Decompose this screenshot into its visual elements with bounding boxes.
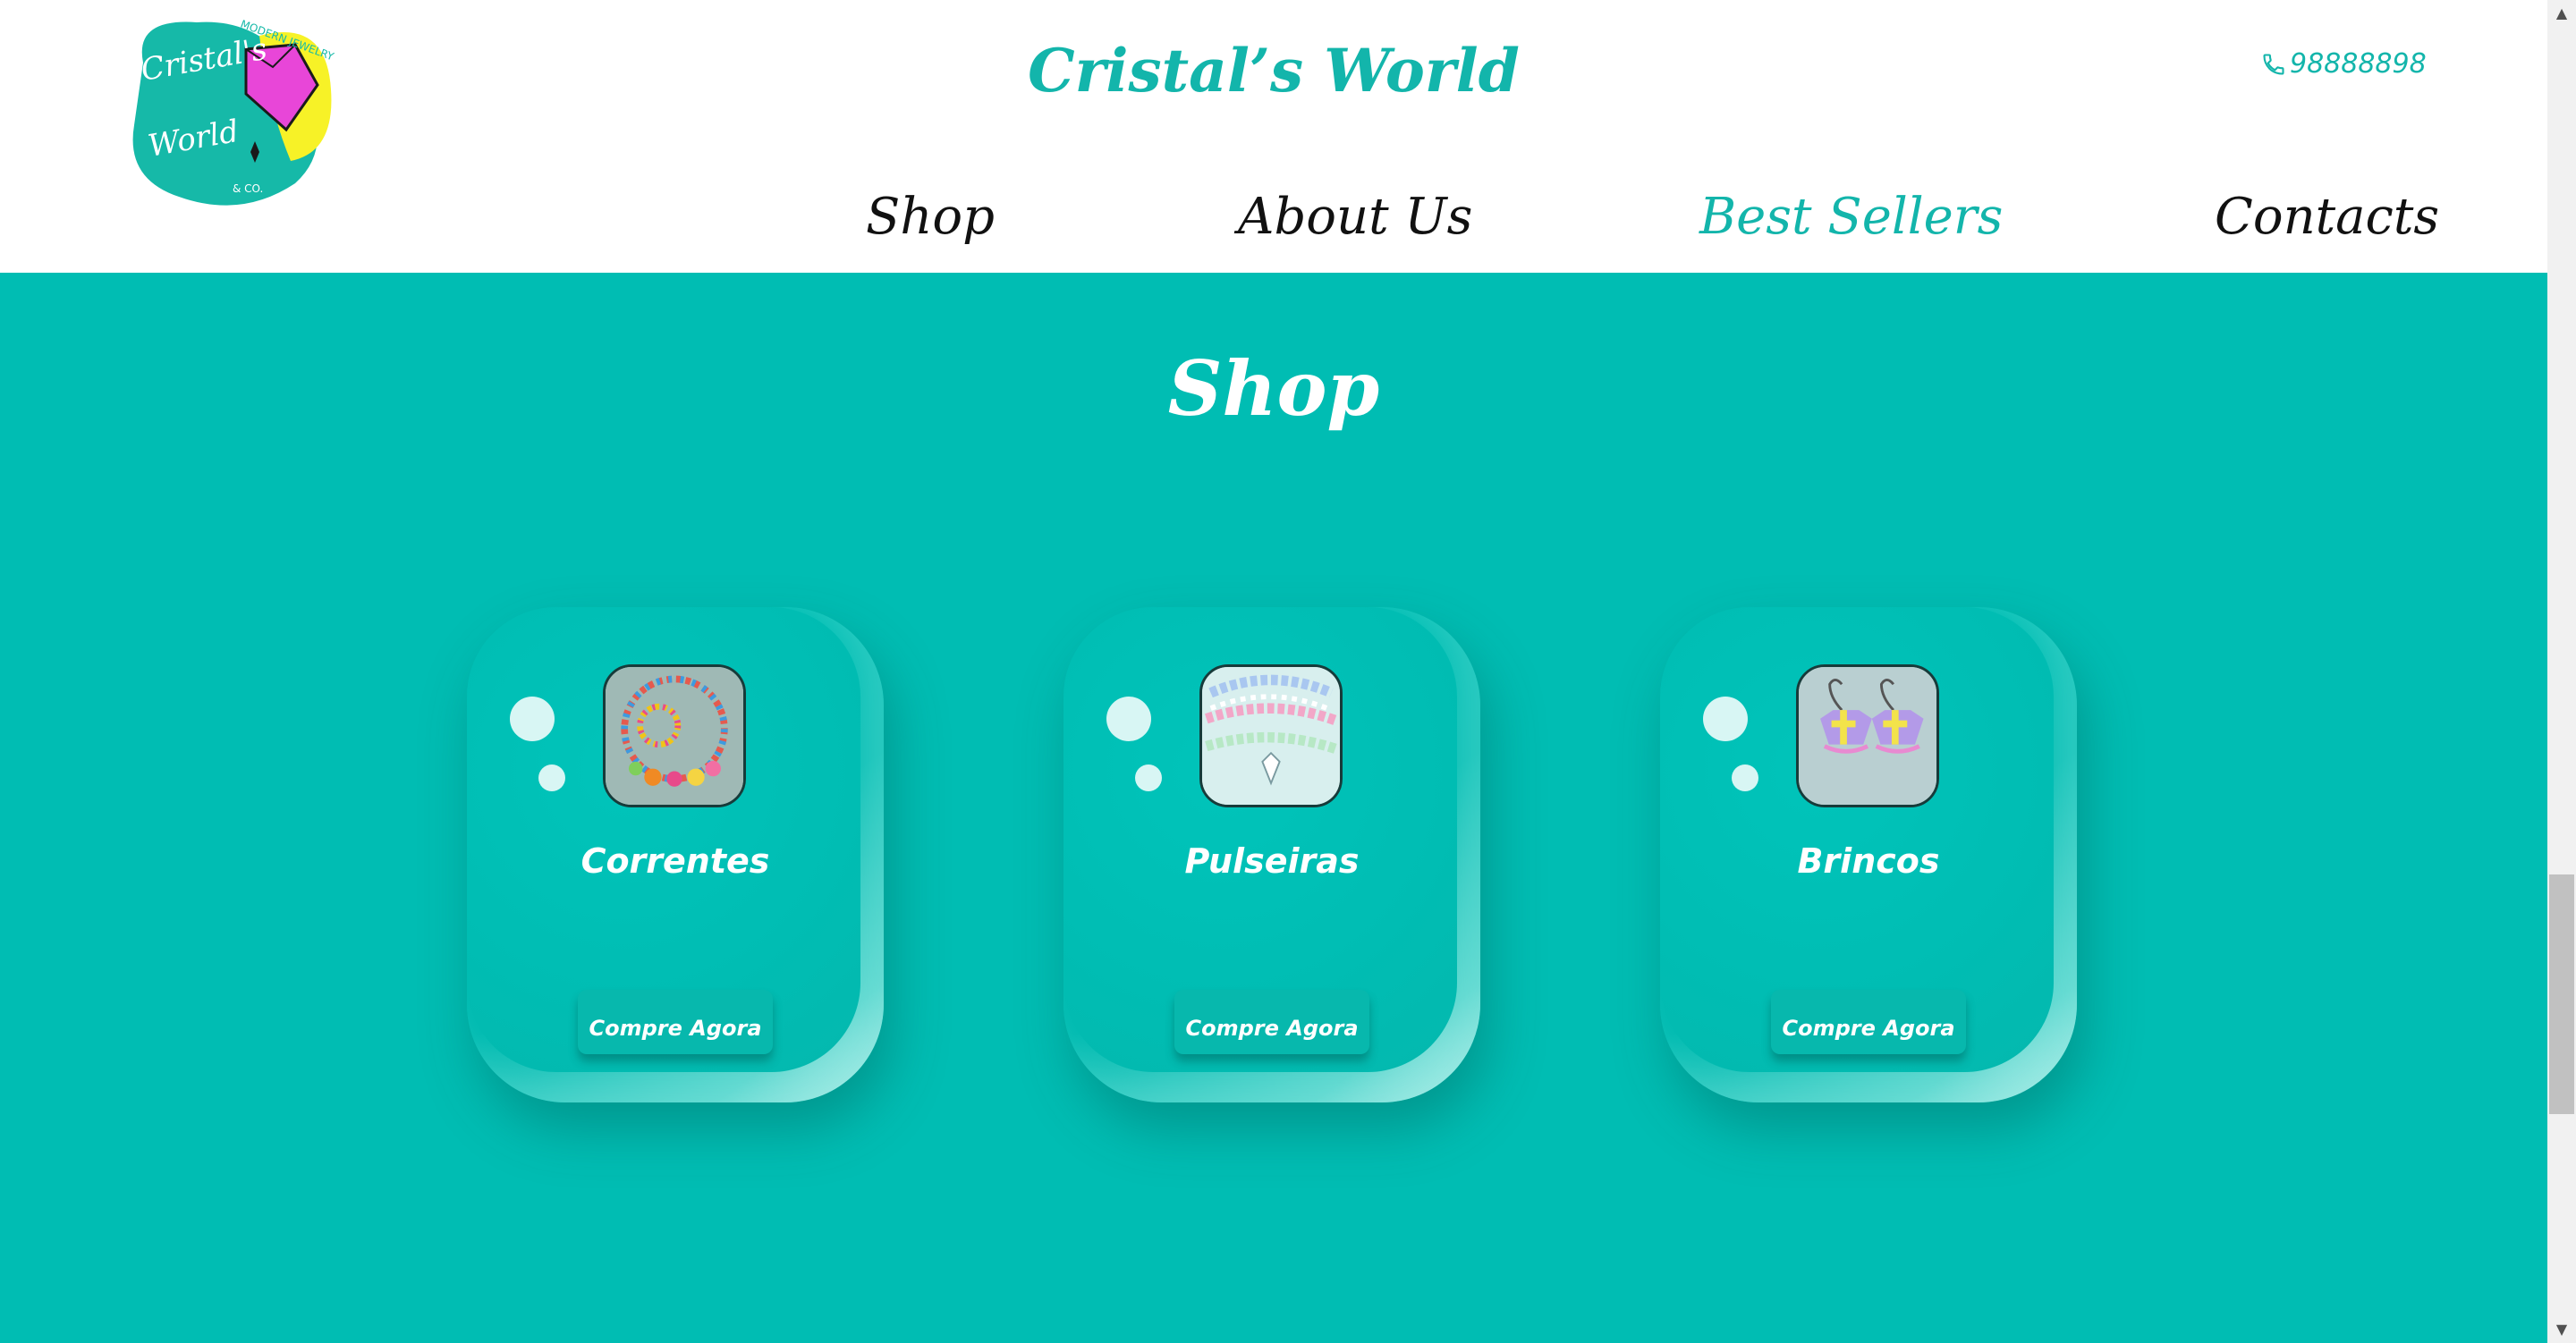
decorative-bubble bbox=[1135, 764, 1162, 791]
earrings-image[interactable] bbox=[1796, 664, 1939, 807]
product-card-pulseiras: Pulseiras Compre Agora bbox=[1063, 607, 1480, 1102]
card-title: Correntes bbox=[580, 841, 770, 881]
nav-best-sellers[interactable]: Best Sellers bbox=[1699, 188, 2003, 246]
buy-now-button[interactable]: Compre Agora bbox=[1771, 990, 1966, 1054]
shop-heading: Shop bbox=[1167, 344, 1380, 433]
decorative-bubble bbox=[1732, 764, 1758, 791]
shop-section: Shop Correntes Compre Agora Pulseiras Co… bbox=[0, 273, 2547, 1343]
decorative-bubble bbox=[1106, 697, 1151, 741]
card-title: Brincos bbox=[1797, 841, 1940, 881]
nav-shop[interactable]: Shop bbox=[866, 188, 995, 246]
product-card-correntes: Correntes Compre Agora bbox=[467, 607, 884, 1102]
bracelet-image[interactable] bbox=[1199, 664, 1343, 807]
decorative-bubble bbox=[510, 697, 555, 741]
buy-now-button[interactable]: Compre Agora bbox=[1174, 990, 1369, 1054]
nav-contacts[interactable]: Contacts bbox=[2215, 188, 2439, 246]
phone-icon bbox=[2263, 53, 2284, 75]
scroll-up-arrow-icon[interactable]: ▲ bbox=[2547, 0, 2576, 25]
scroll-down-arrow-icon[interactable]: ▼ bbox=[2547, 1316, 2576, 1341]
necklace-image[interactable] bbox=[603, 664, 746, 807]
scrollbar-thumb[interactable] bbox=[2549, 874, 2574, 1114]
svg-text:& CO.: & CO. bbox=[233, 182, 263, 195]
site-header: Cristal's World & CO. MODERN JEWELRY Cri… bbox=[0, 0, 2547, 273]
buy-now-button[interactable]: Compre Agora bbox=[578, 990, 773, 1054]
phone-contact[interactable]: 98888898 bbox=[2261, 48, 2427, 80]
card-title: Pulseiras bbox=[1184, 841, 1360, 881]
decorative-bubble bbox=[1703, 697, 1748, 741]
site-title: Cristal’s World bbox=[1028, 36, 1520, 106]
vertical-scrollbar[interactable] bbox=[2547, 0, 2576, 1343]
product-card-brincos: Brincos Compre Agora bbox=[1660, 607, 2077, 1102]
phone-number: 98888898 bbox=[2290, 48, 2427, 80]
nav-about-us[interactable]: About Us bbox=[1238, 188, 1472, 246]
decorative-bubble bbox=[538, 764, 565, 791]
